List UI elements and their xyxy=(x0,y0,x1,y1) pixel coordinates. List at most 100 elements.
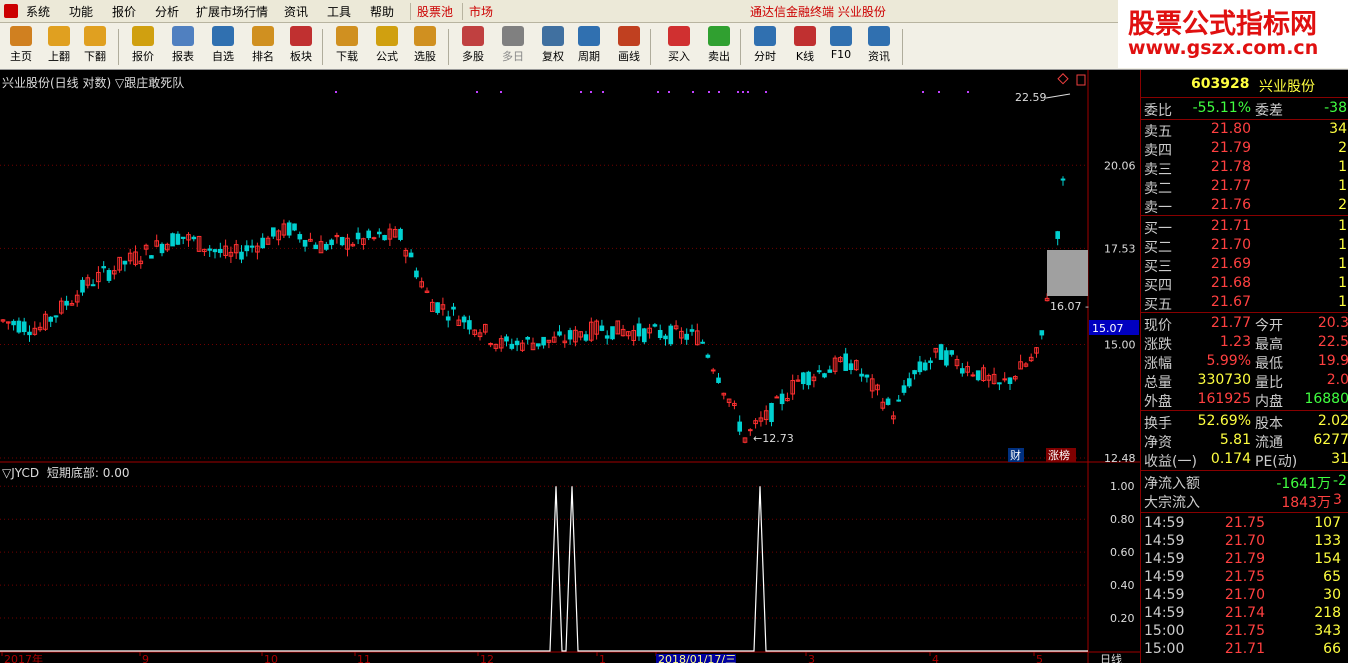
candle-body xyxy=(806,371,811,386)
toolbar-button-20[interactable]: F10 xyxy=(822,25,860,67)
stat-value: 21.77 xyxy=(1210,315,1251,331)
watermark-url: www.gszx.com.cn xyxy=(1128,37,1319,59)
bid-price: 21.70 xyxy=(1210,237,1251,253)
tick-volume: 65 xyxy=(1323,569,1341,585)
toolbar-button-13[interactable]: 复权 xyxy=(534,25,572,67)
finance-row: 收益(一) 0.174 PE(动) 31 xyxy=(1141,451,1348,470)
indicator-axis-label: 0.40 xyxy=(1110,579,1135,592)
tick-price: 21.71 xyxy=(1224,641,1265,657)
menu-quote[interactable]: 报价 xyxy=(112,3,136,20)
candle-body xyxy=(297,234,303,240)
stat-value: 16880 xyxy=(1304,391,1348,407)
toolbar-button-17[interactable]: 卖出 xyxy=(700,25,738,67)
select-stock-icon xyxy=(414,26,436,46)
x-axis-label: 4 xyxy=(932,653,939,663)
chart-canvas[interactable]: 20.0617.5315.0012.4822.59←12.7316.07 -15… xyxy=(0,70,1140,663)
toolbar-button-16[interactable]: 买入 xyxy=(660,25,698,67)
toolbar-button-9[interactable]: 公式 xyxy=(368,25,406,67)
candle-body xyxy=(748,429,753,432)
toolbar-button-14[interactable]: 周期 xyxy=(570,25,608,67)
tab-stock-pool[interactable]: 股票池 xyxy=(410,3,453,20)
candle-body xyxy=(949,350,955,355)
flow-label: 大宗流入 xyxy=(1144,495,1200,511)
menu-help[interactable]: 帮助 xyxy=(370,3,394,20)
candle-body xyxy=(377,231,382,235)
toolbar-button-3[interactable]: 报价 xyxy=(124,25,162,67)
toolbar-button-5[interactable]: 自选 xyxy=(204,25,242,67)
weibi-label: 委比 xyxy=(1144,103,1172,119)
divider xyxy=(1141,470,1348,471)
window-title: 通达信金融终端 兴业股份 xyxy=(750,5,886,19)
candle-body xyxy=(700,341,705,344)
stat-label: 最高 xyxy=(1255,337,1283,353)
toolbar-button-0[interactable]: 主页 xyxy=(2,25,40,67)
candle-body xyxy=(313,244,318,250)
price-axis-label: 17.53 xyxy=(1104,242,1136,255)
candle-body xyxy=(970,374,976,377)
stat-value: 19.9 xyxy=(1317,353,1348,369)
news-icon xyxy=(868,26,890,46)
toolbar-button-label: K线 xyxy=(795,50,815,63)
candle-body xyxy=(944,350,949,366)
candle-body xyxy=(737,421,743,432)
toolbar-separator xyxy=(118,29,119,65)
flow-value: -1641万 xyxy=(1276,476,1331,492)
multi-day-icon xyxy=(502,26,524,46)
menu-tools[interactable]: 工具 xyxy=(327,3,351,20)
toolbar-button-2[interactable]: 下翻 xyxy=(76,25,114,67)
toolbar-button-10[interactable]: 选股 xyxy=(406,25,444,67)
candle-body xyxy=(90,284,96,287)
tick-price: 21.79 xyxy=(1224,551,1265,567)
toolbar-button-15[interactable]: 画线 xyxy=(610,25,648,67)
bid-row: 买一 21.71 1 xyxy=(1141,218,1348,237)
toolbar-button-18[interactable]: 分时 xyxy=(746,25,784,67)
tab-market[interactable]: 市场 xyxy=(462,3,493,20)
stat-label: 今开 xyxy=(1255,318,1283,334)
candle-body xyxy=(689,329,695,332)
candle-body xyxy=(175,233,181,245)
toolbar-button-6[interactable]: 排名 xyxy=(244,25,282,67)
indicator-axis-label: 0.60 xyxy=(1110,546,1135,559)
toolbar-button-1[interactable]: 上翻 xyxy=(40,25,78,67)
toolbar-button-21[interactable]: 资讯 xyxy=(860,25,898,67)
ask-volume: 2 xyxy=(1338,197,1347,213)
toolbar-button-19[interactable]: K线 xyxy=(786,25,824,67)
candle-body xyxy=(509,343,515,349)
menu-extended-market[interactable]: 扩展市场行情 xyxy=(196,3,268,20)
candle-body xyxy=(599,325,605,331)
toolbar-button-12[interactable]: 多日 xyxy=(494,25,532,67)
candle-body xyxy=(292,223,297,231)
candle-body xyxy=(960,368,965,374)
candle-body xyxy=(525,336,531,340)
signal-dot xyxy=(602,91,604,93)
bid-label: 买三 xyxy=(1144,259,1172,275)
tick-price: 21.75 xyxy=(1224,623,1265,639)
bid-label: 买五 xyxy=(1144,297,1172,313)
chart-area[interactable]: 20.06 17.53 15.00 12.48 22.59 ←12.73 16.07 -15… xyxy=(0,70,1140,663)
candle-body xyxy=(212,249,218,253)
stock-code: 603928 xyxy=(1191,76,1250,92)
stat-value: 22.5 xyxy=(1317,334,1348,350)
toolbar-button-4[interactable]: 报表 xyxy=(164,25,202,67)
menu-function[interactable]: 功能 xyxy=(69,3,93,20)
tick-volume: 107 xyxy=(1314,515,1341,531)
menu-analysis[interactable]: 分析 xyxy=(155,3,179,20)
candle-body xyxy=(859,373,864,377)
toolbar-button-11[interactable]: 多股 xyxy=(454,25,492,67)
candle-body xyxy=(122,260,128,265)
arrow-up-icon xyxy=(48,26,70,46)
toolbar-button-7[interactable]: 板块 xyxy=(282,25,320,67)
ask-price: 21.80 xyxy=(1210,121,1251,137)
indicator-axis-label: 0.80 xyxy=(1110,513,1135,526)
menu-news[interactable]: 资讯 xyxy=(284,3,308,20)
candle-body xyxy=(445,316,451,321)
stat-row: 现价 21.77 今开 20.3 xyxy=(1141,315,1348,334)
candle-body xyxy=(636,323,642,337)
price-axis-label: 15.00 xyxy=(1104,339,1136,352)
toolbar-button-8[interactable]: 下载 xyxy=(328,25,366,67)
menu-system[interactable]: 系统 xyxy=(26,3,50,20)
finance-value: 31 xyxy=(1331,451,1348,467)
ask-label: 卖五 xyxy=(1144,124,1172,140)
candle-body xyxy=(249,245,255,248)
tick-volume: 133 xyxy=(1314,533,1341,549)
